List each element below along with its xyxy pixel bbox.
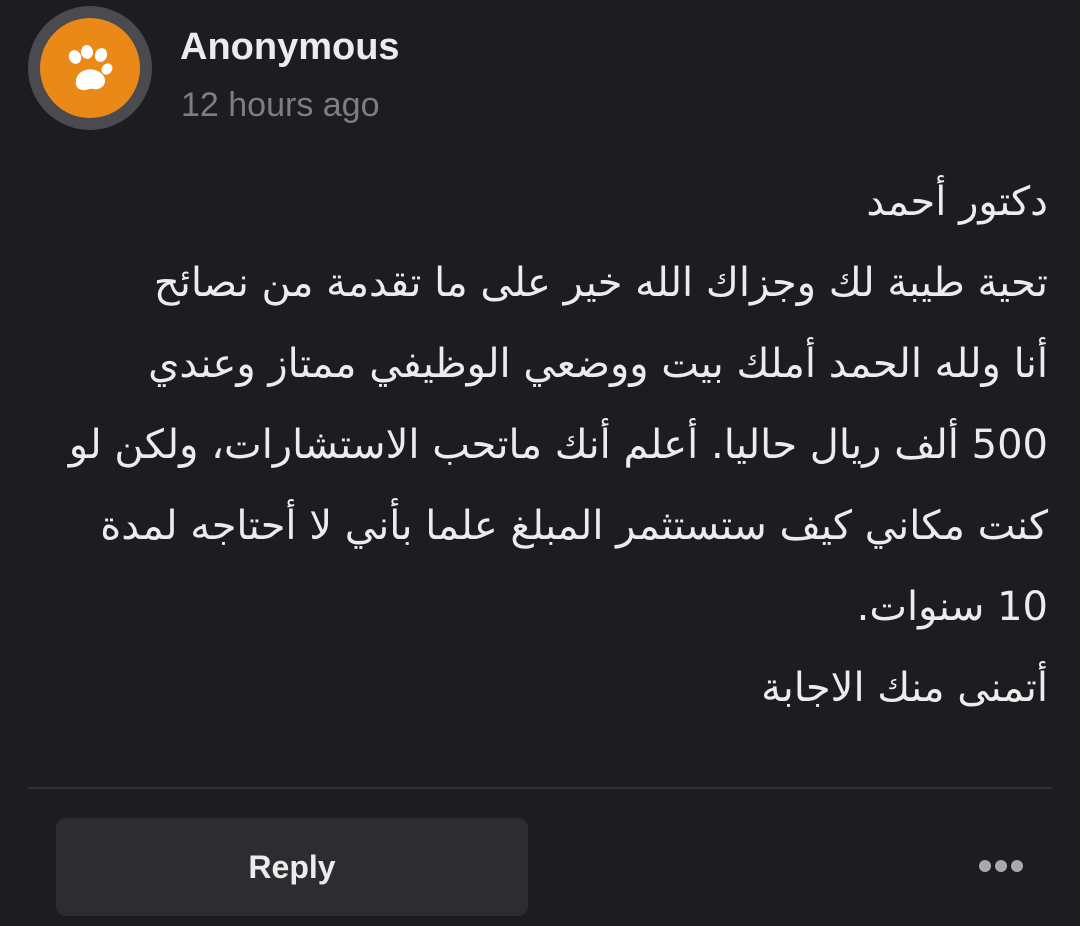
comment-header: Anonymous 12 hours ago: [28, 6, 1028, 136]
comment-divider: [28, 787, 1052, 789]
more-horizontal-icon: [979, 860, 1023, 872]
comment-line: 10 سنوات.: [856, 584, 1048, 630]
avatar-background: [40, 18, 140, 118]
comment-line: تحية طيبة لك وجزاك الله خير على ما تقدمة…: [153, 260, 1048, 306]
comment-body: دكتور أحمد تحية طيبة لك وجزاك الله خير ع…: [28, 162, 1048, 729]
author-name[interactable]: Anonymous: [180, 26, 400, 69]
comment-timestamp: 12 hours ago: [181, 86, 380, 124]
comment-line: أتمنى منك الاجابة: [761, 665, 1048, 711]
comment-line: كنت مكاني كيف ستستثمر المبلغ علما بأني ل…: [100, 503, 1048, 549]
reply-button[interactable]: Reply: [56, 818, 528, 916]
comment-line: 500 ألف ريال حاليا. أعلم أنك ماتحب الاست…: [68, 422, 1048, 468]
more-options-button[interactable]: [966, 846, 1036, 886]
avatar[interactable]: [28, 6, 152, 130]
comment-line: أنا ولله الحمد أملك بيت ووضعي الوظيفي مم…: [148, 341, 1048, 387]
comment-line: دكتور أحمد: [866, 179, 1048, 225]
paw-icon: [68, 45, 113, 91]
